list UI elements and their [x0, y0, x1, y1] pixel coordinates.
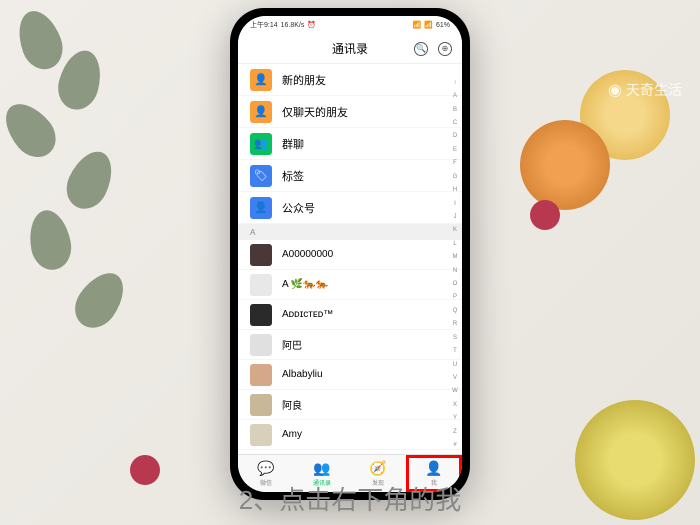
- index-letter[interactable]: X: [453, 402, 457, 408]
- index-letter[interactable]: P: [453, 294, 457, 300]
- index-letter[interactable]: C: [453, 120, 457, 126]
- menu-label: 标签: [282, 168, 304, 184]
- index-letter[interactable]: U: [453, 362, 457, 368]
- contact-item[interactable]: Albabyliu: [238, 360, 462, 390]
- contact-name: 阿巴: [282, 337, 302, 352]
- index-letter[interactable]: L: [453, 241, 456, 247]
- tab-icon: 👥: [313, 460, 330, 477]
- index-letter[interactable]: A: [453, 93, 457, 99]
- contact-name: Aᴅᴅɪᴄᴛᴇᴅ™: [282, 309, 333, 320]
- wifi-icon: 📶: [424, 21, 433, 29]
- status-speed: 16.8K/s: [281, 22, 305, 29]
- status-time: 上午9:14: [250, 20, 278, 30]
- menu-item[interactable]: 👥 群聊: [238, 128, 462, 160]
- contact-name: A 🌿🐅🐅: [282, 279, 328, 290]
- avatar: [250, 334, 272, 356]
- menu-icon: 🏷: [250, 165, 272, 187]
- index-letter[interactable]: N: [453, 268, 457, 274]
- contact-name: Albabyliu: [282, 369, 323, 380]
- menu-item[interactable]: 👤 仅聊天的朋友: [238, 96, 462, 128]
- avatar: [250, 244, 272, 266]
- menu-item[interactable]: 👤 新的朋友: [238, 64, 462, 96]
- index-letter[interactable]: M: [453, 254, 458, 260]
- index-letter[interactable]: S: [453, 335, 457, 341]
- contact-name: 阿良: [282, 397, 302, 412]
- menu-section: 👤 新的朋友 👤 仅聊天的朋友 👥 群聊 🏷 标签 👤 公众号: [238, 64, 462, 224]
- menu-item[interactable]: 🏷 标签: [238, 160, 462, 192]
- tab-icon: 👤: [425, 460, 442, 477]
- index-letter[interactable]: Y: [453, 415, 457, 421]
- index-letter[interactable]: R: [453, 321, 457, 327]
- menu-label: 新的朋友: [282, 72, 326, 88]
- index-letter[interactable]: W: [452, 388, 458, 394]
- index-letter[interactable]: Z: [453, 429, 457, 435]
- avatar: [250, 424, 272, 446]
- index-letter[interactable]: I: [454, 201, 456, 207]
- index-letter[interactable]: V: [453, 375, 457, 381]
- menu-label: 群聊: [282, 136, 304, 152]
- page-header: 通讯录 🔍 ⊕: [238, 34, 462, 64]
- index-letter[interactable]: K: [453, 227, 457, 233]
- status-bar: 上午9:14 16.8K/s ⏰ 📶 📶 61%: [238, 16, 462, 34]
- menu-label: 公众号: [282, 200, 315, 216]
- phone-screen: 上午9:14 16.8K/s ⏰ 📶 📶 61% 通讯录 🔍 ⊕ 👤 新的朋友 👤 仅…: [238, 16, 462, 492]
- index-letter[interactable]: #: [453, 442, 456, 448]
- page-title: 通讯录: [332, 40, 368, 57]
- index-letter[interactable]: O: [453, 281, 458, 287]
- avatar: [250, 394, 272, 416]
- watermark: ◉ 天奇生活: [608, 80, 682, 100]
- phone-frame: 上午9:14 16.8K/s ⏰ 📶 📶 61% 通讯录 🔍 ⊕ 👤 新的朋友 👤 仅…: [230, 8, 470, 500]
- instruction-caption: 2、点击右下角的我: [0, 480, 700, 517]
- contact-item[interactable]: A00000000: [238, 240, 462, 270]
- index-letter[interactable]: B: [453, 107, 457, 113]
- tab-icon: 🧭: [369, 460, 386, 477]
- signal-icon: 📶: [413, 21, 422, 29]
- battery-text: 61%: [436, 22, 450, 29]
- index-letter[interactable]: T: [453, 348, 457, 354]
- contact-name: Amy: [282, 429, 302, 440]
- menu-icon: 👥: [250, 133, 272, 155]
- index-letter[interactable]: Q: [453, 308, 458, 314]
- avatar: [250, 304, 272, 326]
- index-letter[interactable]: F: [453, 160, 457, 166]
- menu-icon: 👤: [250, 69, 272, 91]
- tab-icon: 💬: [257, 460, 274, 477]
- index-letter[interactable]: H: [453, 187, 457, 193]
- contact-item[interactable]: A 🌿🐅🐅: [238, 270, 462, 300]
- add-icon[interactable]: ⊕: [438, 42, 452, 56]
- search-icon[interactable]: 🔍: [414, 42, 428, 56]
- contact-item[interactable]: 阿巴: [238, 330, 462, 360]
- index-letter[interactable]: G: [453, 174, 458, 180]
- alphabet-index[interactable]: ↑ A B C D E F G H I J K L M N O P Q R S T U V W X Y Z #: [450, 76, 460, 452]
- alarm-icon: ⏰: [307, 21, 316, 29]
- menu-icon: 👤: [250, 197, 272, 219]
- menu-icon: 👤: [250, 101, 272, 123]
- contact-name: A00000000: [282, 249, 333, 260]
- avatar: [250, 274, 272, 296]
- contact-item[interactable]: Amy: [238, 420, 462, 450]
- index-letter[interactable]: J: [454, 214, 457, 220]
- menu-item[interactable]: 👤 公众号: [238, 192, 462, 224]
- contact-list[interactable]: A00000000A 🌿🐅🐅Aᴅᴅɪᴄᴛᴇᴅ™阿巴Albabyliu阿良Amy阿…: [238, 240, 462, 454]
- section-header-a: A: [238, 224, 462, 240]
- avatar: [250, 364, 272, 386]
- index-letter[interactable]: E: [453, 147, 457, 153]
- contact-item[interactable]: 阿良: [238, 390, 462, 420]
- contact-item[interactable]: Aᴅᴅɪᴄᴛᴇᴅ™: [238, 300, 462, 330]
- menu-label: 仅聊天的朋友: [282, 104, 348, 120]
- index-letter[interactable]: ↑: [454, 80, 457, 86]
- index-letter[interactable]: D: [453, 133, 457, 139]
